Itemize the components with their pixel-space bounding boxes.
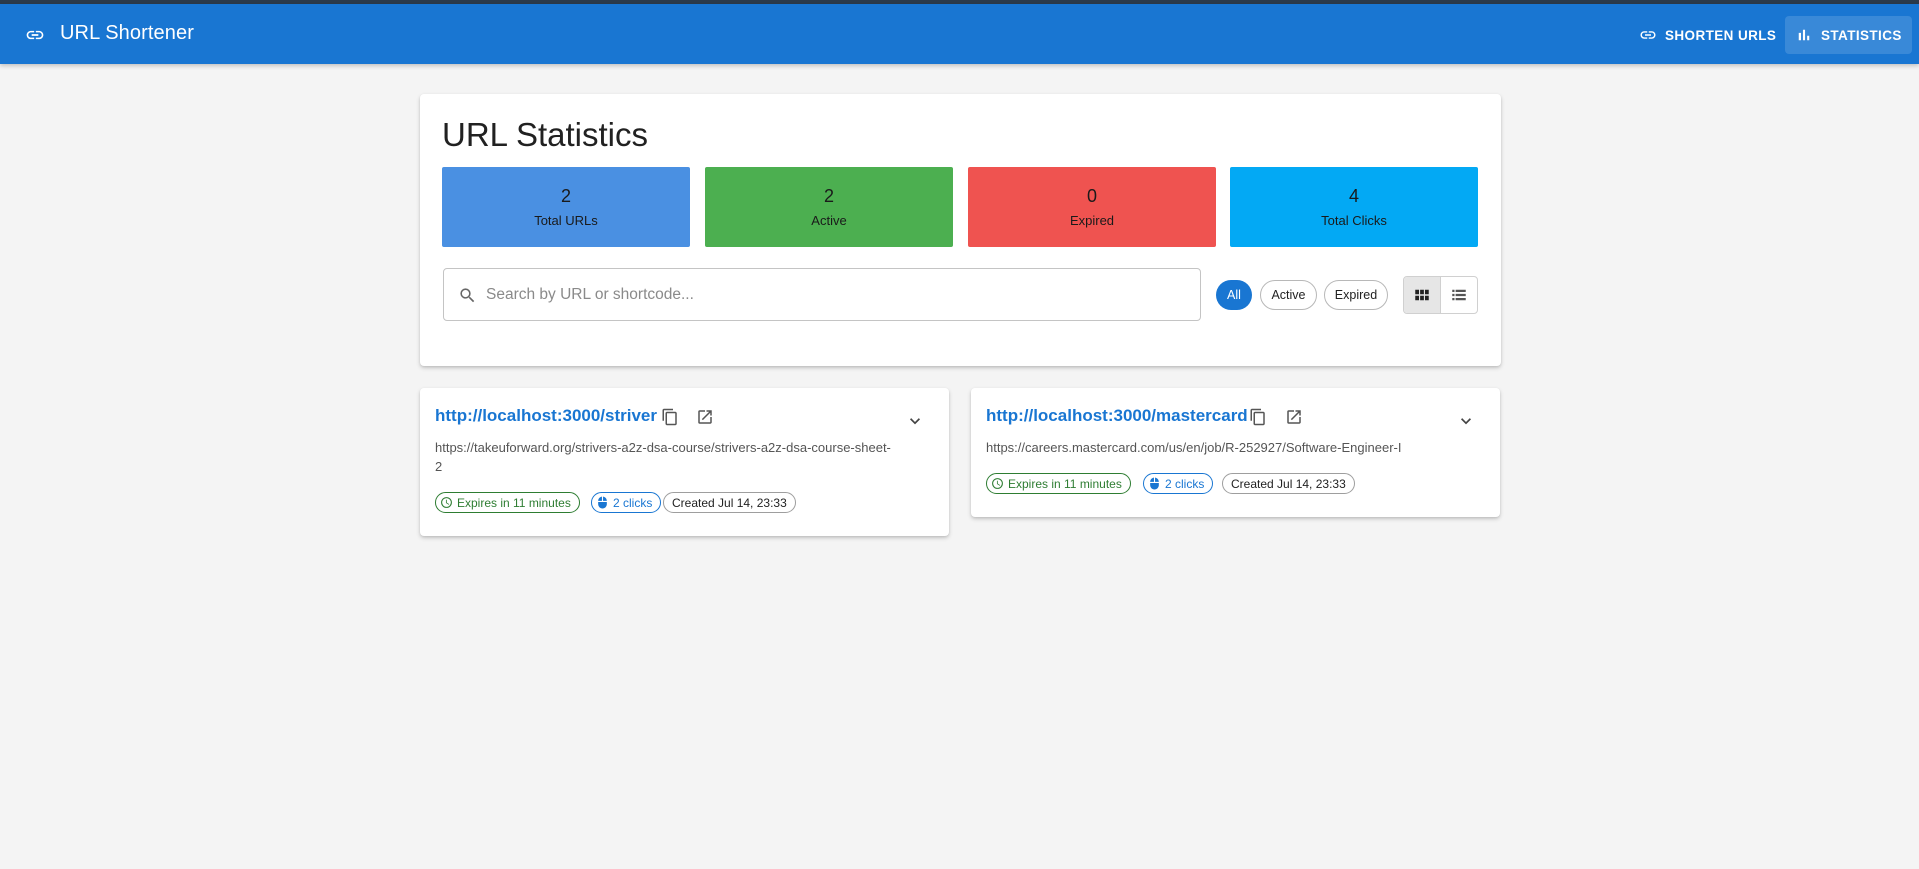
created-badge: Created Jul 14, 23:33 — [663, 492, 796, 513]
link-icon — [26, 30, 44, 40]
stat-label: Total Clicks — [1321, 213, 1387, 228]
clock-icon — [992, 478, 1003, 489]
clicks-badge: 2 clicks — [591, 492, 662, 513]
stat-label: Active — [811, 213, 847, 228]
list-view-button[interactable] — [1441, 277, 1478, 313]
grid-view-button[interactable] — [1404, 277, 1441, 313]
original-url: https://takeuforward.org/strivers-a2z-ds… — [435, 440, 891, 474]
url-card: http://localhost:3000/mastercard https:/… — [971, 388, 1500, 517]
short-url-link[interactable]: http://localhost:3000/mastercard — [986, 406, 1248, 426]
mouse-icon — [1150, 477, 1159, 490]
stat-label: Total URLs — [534, 213, 598, 228]
stat-card-total-urls: 2 Total URLs — [442, 167, 690, 247]
clicks-text: 2 clicks — [1165, 476, 1205, 491]
nav-shorten-urls-button[interactable]: SHORTEN URLS — [1629, 16, 1786, 54]
expiry-text: Expires in 11 minutes — [457, 495, 571, 510]
copy-icon — [1250, 408, 1265, 426]
created-badge: Created Jul 14, 23:33 — [1222, 473, 1355, 494]
filter-chip-all[interactable]: All — [1216, 280, 1252, 310]
filter-chip-active[interactable]: Active — [1260, 280, 1317, 310]
stat-value: 4 — [1348, 186, 1359, 206]
stat-value: 2 — [560, 186, 571, 206]
stat-label: Expired — [1069, 213, 1115, 228]
search-field — [443, 268, 1201, 321]
original-url: https://careers.mastercard.com/us/en/job… — [986, 440, 1402, 455]
bar-chart-icon — [1798, 29, 1810, 41]
copy-button[interactable] — [659, 406, 681, 428]
open-in-new-icon — [1287, 410, 1301, 424]
stat-card-total-clicks: 4 Total Clicks — [1230, 167, 1478, 247]
view-mode-toggle — [1403, 276, 1478, 314]
mouse-icon — [598, 496, 607, 509]
copy-button[interactable] — [1247, 406, 1269, 428]
chevron-down-icon — [1461, 418, 1471, 425]
nav-statistics-button[interactable]: STATISTICS — [1785, 16, 1912, 54]
open-in-new-icon — [698, 410, 712, 424]
grid-view-icon — [1415, 289, 1429, 301]
expand-button[interactable] — [903, 409, 927, 433]
short-url-link[interactable]: http://localhost:3000/striver — [435, 406, 657, 426]
stat-card-active: 2 Active — [705, 167, 953, 247]
open-link-button[interactable] — [694, 406, 716, 428]
statistics-panel: URL Statistics 2 Total URLs 2 Active 0 E… — [420, 94, 1501, 366]
search-icon — [460, 288, 475, 303]
expand-button[interactable] — [1454, 409, 1478, 433]
search-input[interactable] — [486, 269, 1186, 320]
expiry-badge: Expires in 11 minutes — [986, 473, 1131, 494]
stat-value: 2 — [823, 186, 834, 206]
nav-shorten-urls-label: SHORTEN URLS — [1665, 27, 1777, 43]
clicks-badge: 2 clicks — [1143, 473, 1214, 494]
url-card: http://localhost:3000/striver https://ta… — [420, 388, 949, 536]
clicks-text: 2 clicks — [613, 495, 653, 510]
expiry-text: Expires in 11 minutes — [1008, 476, 1122, 491]
stat-card-expired: 0 Expired — [968, 167, 1216, 247]
open-link-button[interactable] — [1283, 406, 1305, 428]
app-title: URL Shortener — [60, 22, 194, 44]
copy-icon — [662, 408, 677, 426]
expiry-badge: Expires in 11 minutes — [435, 492, 580, 513]
list-view-icon — [1452, 289, 1466, 301]
page-title: URL Statistics — [442, 116, 648, 153]
app-bar: URL Shortener SHORTEN URLS STATISTICS — [0, 4, 1919, 64]
filter-chip-expired[interactable]: Expired — [1324, 280, 1388, 310]
stat-value: 0 — [1086, 186, 1097, 206]
chevron-down-icon — [910, 418, 920, 425]
link-icon — [1640, 31, 1656, 39]
nav-statistics-label: STATISTICS — [1821, 27, 1902, 43]
clock-icon — [441, 497, 452, 508]
